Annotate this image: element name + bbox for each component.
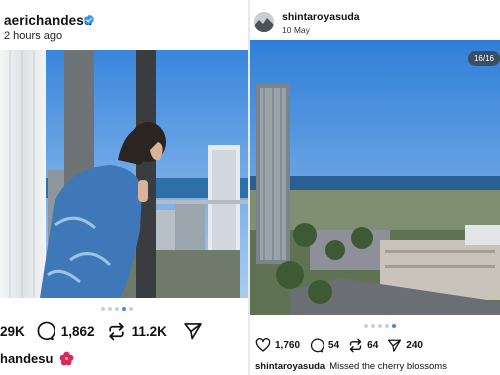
caption: shintaroyasuda Missed the cherry blossoms xyxy=(255,361,447,372)
carousel-dot-active[interactable] xyxy=(392,324,396,328)
carousel-dot[interactable] xyxy=(129,307,133,311)
like-count: 1,760 xyxy=(275,339,301,351)
carousel-dot[interactable] xyxy=(385,324,389,328)
post-date: 10 May xyxy=(282,25,310,35)
share-button[interactable] xyxy=(183,321,203,341)
action-bar: 29K 1,862 11.2K xyxy=(0,321,203,341)
post-time: 2 hours ago xyxy=(4,30,63,42)
comment-icon xyxy=(37,321,55,341)
repost-button[interactable]: 11.2K xyxy=(107,322,167,341)
carousel-dot[interactable] xyxy=(108,307,112,311)
comment-icon xyxy=(311,338,325,352)
username[interactable]: aerichandesu xyxy=(4,13,92,28)
repost-count: 64 xyxy=(367,339,379,351)
post-shintaroyasuda: shintaroyasuda 10 May 16/16 1,760 54 64 … xyxy=(250,0,500,375)
like-button[interactable]: 29K xyxy=(0,324,25,339)
carousel-dot[interactable] xyxy=(115,307,119,311)
post-photo[interactable] xyxy=(250,40,500,315)
comment-button[interactable]: 54 xyxy=(309,338,339,353)
action-bar: 1,760 54 64 240 xyxy=(255,337,500,353)
carousel-dot[interactable] xyxy=(371,324,375,328)
avatar[interactable] xyxy=(254,12,274,32)
share-count: 240 xyxy=(406,339,423,351)
repost-icon xyxy=(108,322,124,340)
hibiscus-icon xyxy=(60,351,74,366)
comment-count: 54 xyxy=(328,339,340,351)
carousel-dot[interactable] xyxy=(364,324,368,328)
share-icon xyxy=(184,323,202,340)
carousel-dot-active[interactable] xyxy=(122,307,126,311)
caption-username[interactable]: handesu xyxy=(0,351,53,366)
share-button[interactable]: 240 xyxy=(387,338,423,353)
carousel-counter: 16/16 xyxy=(467,51,500,66)
comment-button[interactable]: 1,862 xyxy=(35,321,95,341)
carousel-indicator xyxy=(364,324,396,328)
caption: handesu xyxy=(0,351,74,366)
share-icon xyxy=(388,339,402,352)
carousel-indicator xyxy=(101,307,133,311)
repost-count: 11.2K xyxy=(131,323,167,339)
like-button[interactable]: 1,760 xyxy=(255,337,300,353)
verified-badge-icon xyxy=(84,14,94,26)
post-photo[interactable] xyxy=(0,50,248,298)
heart-icon xyxy=(255,338,271,352)
comment-count: 1,862 xyxy=(60,323,95,339)
like-count: 29K xyxy=(0,323,25,339)
username[interactable]: shintaroyasuda xyxy=(282,11,360,23)
carousel-dot[interactable] xyxy=(101,307,105,311)
post-aerichandesu: aerichandesu 2 hours ago 29K 1,862 11.2K… xyxy=(0,0,248,375)
carousel-dot[interactable] xyxy=(378,324,382,328)
caption-text: Missed the cherry blossoms xyxy=(329,361,447,372)
repost-button[interactable]: 64 xyxy=(348,338,378,353)
repost-icon xyxy=(349,338,362,352)
caption-username[interactable]: shintaroyasuda xyxy=(255,361,325,372)
